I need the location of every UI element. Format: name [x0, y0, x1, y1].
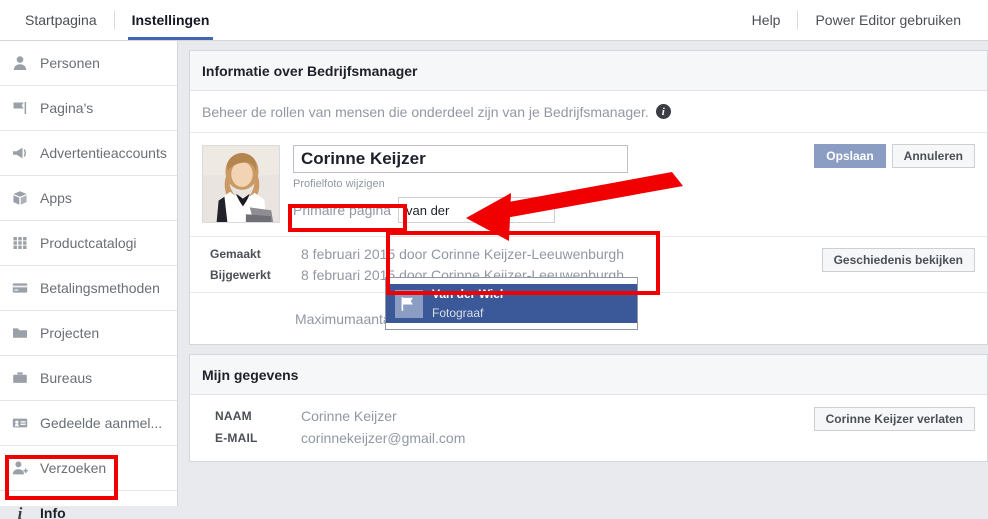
- profile-photo-image: [203, 146, 279, 222]
- info-tooltip-icon[interactable]: i: [655, 104, 671, 119]
- sidebar-item-betalingsmethoden[interactable]: Betalingsmethoden: [0, 266, 177, 311]
- sidebar-item-projecten-label: Projecten: [40, 325, 100, 341]
- person-add-icon: [11, 459, 29, 477]
- tab-startpagina-label: Startpagina: [25, 12, 97, 28]
- help-label: Help: [751, 12, 781, 28]
- tab-instellingen-label: Instellingen: [131, 12, 210, 28]
- grid-icon: [11, 234, 29, 252]
- business-name-input[interactable]: [293, 145, 628, 173]
- sidebar-item-gedeelde-aanmeldingen-label: Gedeelde aanmel...: [40, 415, 163, 431]
- briefcase-icon: [11, 369, 29, 387]
- sidebar-item-projecten[interactable]: Projecten: [0, 311, 177, 356]
- meta-key-gemaakt: Gemaakt: [210, 246, 261, 261]
- profile-edit-row: Profielfoto wijzigen Primaire pagina Ops…: [190, 133, 987, 236]
- tab-startpagina[interactable]: Startpagina: [8, 0, 114, 40]
- cancel-button[interactable]: Annuleren: [891, 144, 975, 168]
- sidebar-item-bureaus-label: Bureaus: [40, 370, 93, 386]
- sidebar-item-advertentieaccounts-label: Advertentieaccounts: [40, 145, 167, 161]
- data-value-email: corinnekeijzer@gmail.com: [301, 430, 466, 446]
- settings-sidebar: Personen Pagina's Advertentieaccounts Ap…: [0, 41, 178, 519]
- typeahead-option-category: Fotograaf: [432, 305, 484, 320]
- leave-business-button[interactable]: Corinne Keijzer verlaten: [813, 407, 975, 431]
- profile-photo[interactable]: [202, 145, 280, 223]
- sidebar-item-betalingsmethoden-label: Betalingsmethoden: [40, 280, 160, 296]
- sidebar-item-verzoeken[interactable]: Verzoeken: [0, 446, 177, 491]
- sidebar-item-info-label: Info: [40, 505, 66, 519]
- meta-key-bijgewerkt: Bijgewerkt: [210, 267, 271, 282]
- my-data-card: Mijn gegevens NAAM Corinne Keijzer E-MAI…: [189, 354, 988, 462]
- person-icon: [11, 54, 29, 72]
- sidebar-item-apps[interactable]: Apps: [0, 176, 177, 221]
- my-data-card-title: Mijn gegevens: [190, 355, 987, 395]
- id-card-icon: [11, 414, 29, 432]
- business-info-description: Beheer de rollen van mensen die onderdee…: [190, 91, 987, 133]
- cube-icon: [11, 189, 29, 207]
- meta-value-gemaakt: 8 februari 2015 door Corinne Keijzer-Lee…: [301, 245, 624, 262]
- save-cancel-button-group: Opslaan Annuleren: [814, 144, 975, 168]
- sidebar-item-paginas-label: Pagina's: [40, 100, 94, 116]
- flag-icon: [11, 99, 29, 117]
- main-content: Informatie over Bedrijfsmanager Beheer d…: [179, 41, 988, 519]
- primary-page-search-input[interactable]: [398, 197, 555, 223]
- primary-page-row: Primaire pagina: [293, 197, 975, 223]
- sidebar-item-info[interactable]: i Info: [0, 491, 177, 519]
- sidebar-item-gedeelde-aanmeldingen[interactable]: Gedeelde aanmel...: [0, 401, 177, 446]
- view-history-button[interactable]: Geschiedenis bekijken: [821, 248, 975, 272]
- folder-icon: [11, 324, 29, 342]
- sidebar-item-apps-label: Apps: [40, 190, 72, 206]
- credit-card-icon: [11, 279, 29, 297]
- info-italic-icon: i: [17, 503, 23, 519]
- change-profile-photo-link[interactable]: Profielfoto wijzigen: [293, 178, 975, 190]
- sidebar-item-bureaus[interactable]: Bureaus: [0, 356, 177, 401]
- primary-page-typeahead-dropdown: Van der Wiel Fotograaf: [385, 277, 638, 330]
- help-link[interactable]: Help: [735, 0, 798, 40]
- data-key-naam: NAAM: [215, 409, 252, 423]
- my-data-rows: NAAM Corinne Keijzer E-MAIL corinnekeijz…: [190, 395, 987, 461]
- business-manager-settings-page: Startpagina Instellingen Help Power Edit…: [0, 0, 988, 519]
- top-navigation-bar: Startpagina Instellingen Help Power Edit…: [0, 0, 988, 41]
- typeahead-option-name: Van der Wiel: [432, 287, 504, 302]
- power-editor-label: Power Editor gebruiken: [815, 12, 961, 28]
- typeahead-option-van-der-wiel[interactable]: Van der Wiel Fotograaf: [386, 284, 637, 323]
- tab-instellingen[interactable]: Instellingen: [115, 0, 227, 40]
- sidebar-item-personen-label: Personen: [40, 55, 100, 71]
- sidebar-item-productcatalogi[interactable]: Productcatalogi: [0, 221, 177, 266]
- sidebar-item-advertentieaccounts[interactable]: Advertentieaccounts: [0, 131, 177, 176]
- business-info-card-title: Informatie over Bedrijfsmanager: [190, 51, 987, 91]
- page-flag-icon: [395, 289, 423, 318]
- data-value-naam: Corinne Keijzer: [301, 408, 397, 424]
- data-key-email: E-MAIL: [215, 431, 258, 445]
- sidebar-item-personen[interactable]: Personen: [0, 41, 177, 86]
- sidebar-item-productcatalogi-label: Productcatalogi: [40, 235, 137, 251]
- power-editor-link[interactable]: Power Editor gebruiken: [798, 0, 978, 40]
- save-button[interactable]: Opslaan: [814, 144, 886, 168]
- top-nav-right-group: Help Power Editor gebruiken: [735, 0, 978, 40]
- megaphone-icon: [11, 144, 29, 162]
- primary-page-label: Primaire pagina: [293, 202, 392, 218]
- sidebar-item-verzoeken-label: Verzoeken: [40, 460, 107, 476]
- business-info-description-text: Beheer de rollen van mensen die onderdee…: [202, 103, 649, 120]
- typeahead-option-text: Van der Wiel Fotograaf: [432, 285, 503, 322]
- top-nav-left-group: Startpagina Instellingen: [8, 0, 226, 40]
- sidebar-item-paginas[interactable]: Pagina's: [0, 86, 177, 131]
